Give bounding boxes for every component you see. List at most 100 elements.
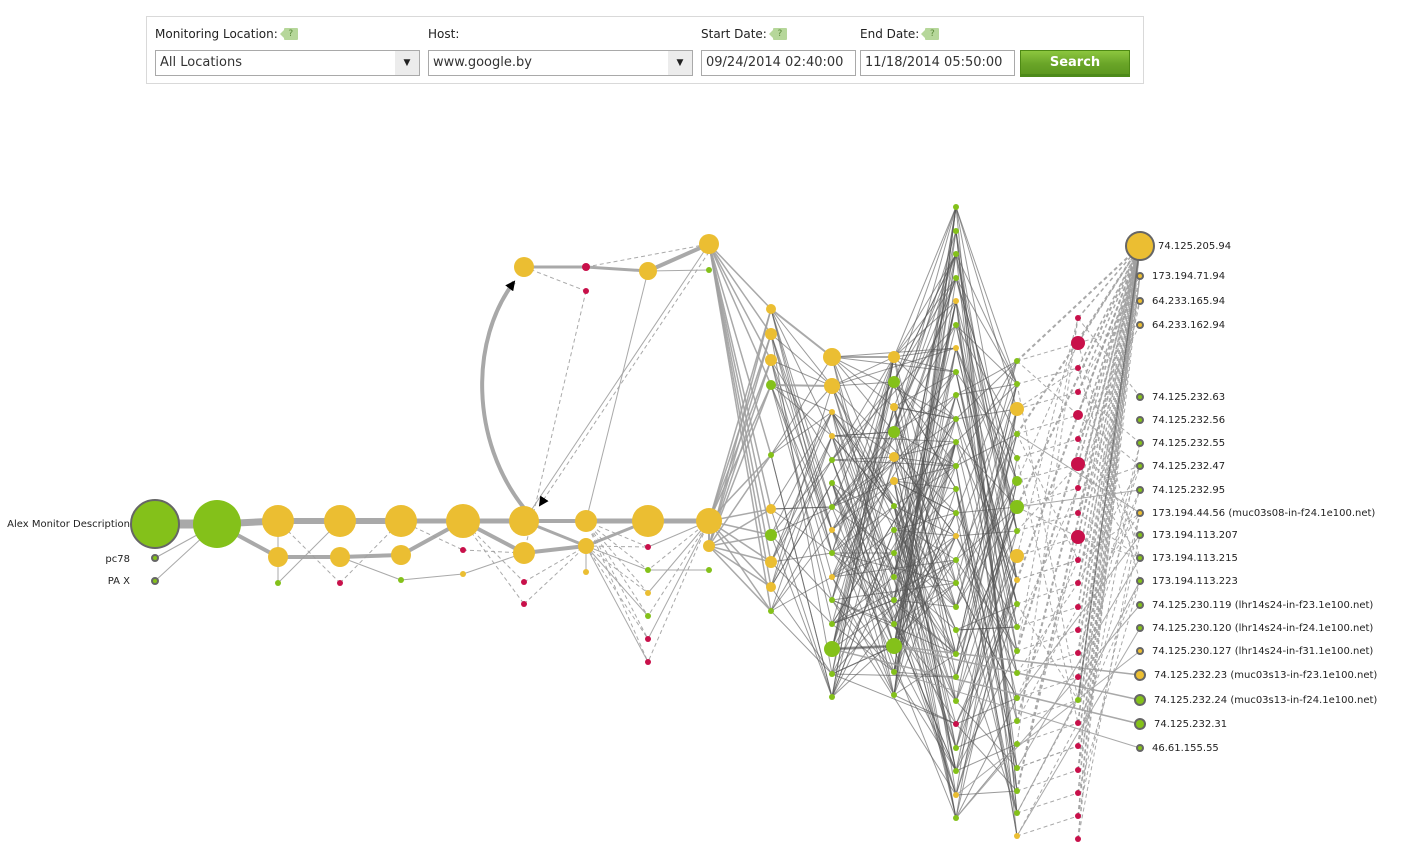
graph-node[interactable] [1136, 272, 1144, 280]
graph-node[interactable] [509, 506, 539, 536]
graph-node[interactable] [1136, 486, 1144, 494]
graph-node[interactable] [953, 439, 959, 445]
graph-node[interactable] [891, 574, 897, 580]
graph-node[interactable] [513, 542, 535, 564]
graph-node[interactable] [886, 638, 902, 654]
graph-node[interactable] [460, 547, 466, 553]
graph-node[interactable] [1014, 358, 1020, 364]
graph-node[interactable] [521, 601, 527, 607]
graph-node[interactable] [1075, 365, 1081, 371]
graph-node[interactable] [583, 569, 589, 575]
graph-node[interactable] [1075, 813, 1081, 819]
graph-node[interactable] [699, 234, 719, 254]
graph-node[interactable] [953, 674, 959, 680]
graph-node[interactable] [891, 621, 897, 627]
graph-node[interactable] [888, 426, 900, 438]
graph-node[interactable] [1075, 674, 1081, 680]
graph-node[interactable] [824, 378, 840, 394]
graph-node[interactable] [460, 571, 466, 577]
graph-node[interactable] [765, 529, 777, 541]
graph-node[interactable] [645, 567, 651, 573]
graph-node[interactable] [696, 508, 722, 534]
graph-node[interactable] [632, 505, 664, 537]
graph-node[interactable] [645, 659, 651, 665]
graph-node[interactable] [385, 505, 417, 537]
graph-node[interactable] [953, 721, 959, 727]
graph-node[interactable] [953, 463, 959, 469]
graph-node[interactable] [1014, 601, 1020, 607]
graph-node[interactable] [1014, 648, 1020, 654]
graph-node[interactable] [1136, 297, 1144, 305]
graph-node[interactable] [1075, 767, 1081, 773]
graph-node[interactable] [1075, 389, 1081, 395]
graph-node[interactable] [829, 504, 835, 510]
graph-node[interactable] [521, 579, 527, 585]
graph-node[interactable] [890, 477, 898, 485]
graph-node[interactable] [1071, 530, 1085, 544]
graph-node[interactable] [953, 275, 959, 281]
graph-node[interactable] [829, 597, 835, 603]
graph-node[interactable] [1014, 718, 1020, 724]
graph-node[interactable] [824, 641, 840, 657]
graph-node[interactable] [1014, 810, 1020, 816]
graph-node[interactable] [324, 505, 356, 537]
graph-node[interactable] [891, 669, 897, 675]
graph-node[interactable] [1073, 410, 1083, 420]
graph-node[interactable] [953, 604, 959, 610]
graph-node[interactable] [953, 698, 959, 704]
graph-node[interactable] [151, 577, 159, 585]
graph-node[interactable] [1075, 604, 1081, 610]
graph-node[interactable] [953, 369, 959, 375]
graph-node[interactable] [953, 392, 959, 398]
graph-node[interactable] [766, 504, 776, 514]
graph-node[interactable] [890, 403, 898, 411]
graph-node[interactable] [193, 500, 241, 548]
graph-node[interactable] [706, 567, 712, 573]
graph-node[interactable] [130, 499, 180, 549]
graph-node[interactable] [1136, 416, 1144, 424]
graph-node[interactable] [953, 745, 959, 751]
graph-node[interactable] [703, 540, 715, 552]
graph-node[interactable] [765, 354, 777, 366]
graph-node[interactable] [1136, 554, 1144, 562]
graph-node[interactable] [1136, 393, 1144, 401]
graph-node[interactable] [1010, 549, 1024, 563]
graph-node[interactable] [1136, 321, 1144, 329]
graph-node[interactable] [953, 510, 959, 516]
graph-node[interactable] [768, 452, 774, 458]
graph-node[interactable] [1071, 457, 1085, 471]
graph-node[interactable] [1134, 718, 1146, 730]
graph-node[interactable] [953, 627, 959, 633]
graph-node[interactable] [953, 416, 959, 422]
graph-node[interactable] [953, 557, 959, 563]
graph-node[interactable] [446, 504, 480, 538]
graph-node[interactable] [823, 348, 841, 366]
graph-node[interactable] [953, 533, 959, 539]
graph-node[interactable] [829, 574, 835, 580]
graph-node[interactable] [891, 550, 897, 556]
graph-node[interactable] [645, 636, 651, 642]
graph-node[interactable] [953, 204, 959, 210]
graph-node[interactable] [829, 527, 835, 533]
graph-node[interactable] [1014, 741, 1020, 747]
graph-node[interactable] [1071, 336, 1085, 350]
graph-node[interactable] [1014, 765, 1020, 771]
graph-node[interactable] [1075, 557, 1081, 563]
graph-node[interactable] [398, 577, 404, 583]
graph-node[interactable] [953, 768, 959, 774]
graph-node[interactable] [953, 345, 959, 351]
graph-node[interactable] [1075, 790, 1081, 796]
graph-node[interactable] [829, 433, 835, 439]
graph-node[interactable] [582, 263, 590, 271]
graph-node[interactable] [1075, 510, 1081, 516]
graph-node[interactable] [1075, 315, 1081, 321]
graph-node[interactable] [888, 351, 900, 363]
graph-node[interactable] [953, 486, 959, 492]
graph-node[interactable] [1014, 670, 1020, 676]
graph-node[interactable] [645, 544, 651, 550]
graph-node[interactable] [1010, 500, 1024, 514]
graph-node[interactable] [1014, 577, 1020, 583]
graph-node[interactable] [1136, 439, 1144, 447]
graph-node[interactable] [514, 257, 534, 277]
graph-node[interactable] [275, 580, 281, 586]
